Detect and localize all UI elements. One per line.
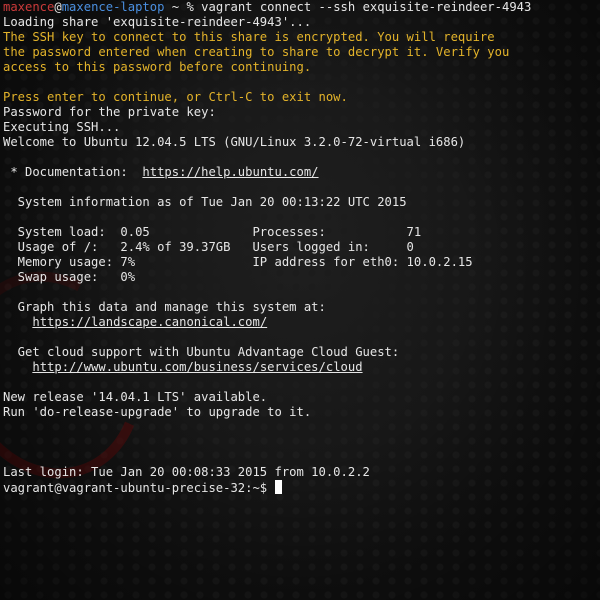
terminal-window[interactable]: maxence@maxence-laptop ~ % vagrant conne… [0,0,600,600]
cloud-text-line: Get cloud support with Ubuntu Advantage … [3,345,400,359]
shell-prompt-line[interactable]: vagrant@vagrant-ubuntu-precise-32:~$ [3,480,600,495]
welcome-line: Welcome to Ubuntu 12.04.5 LTS (GNU/Linux… [3,135,466,149]
executing-ssh-line: Executing SSH... [3,120,121,134]
documentation-line: * Documentation: https://help.ubuntu.com… [3,165,600,180]
loading-share-line: Loading share 'exquisite-reindeer-4943'.… [3,15,312,29]
prompt-command: vagrant connect --ssh exquisite-reindeer… [201,0,532,14]
shell-prompt: vagrant@vagrant-ubuntu-precise-32:~$ [3,481,275,495]
system-stats-line: System load: 0.05 Processes: 71 [3,225,422,239]
press-enter-line: Press enter to continue, or Ctrl-C to ex… [3,90,348,104]
new-release-line: New release '14.04.1 LTS' available. [3,390,268,404]
prompt-user: maxence [3,0,55,14]
system-stats-line: Memory usage: 7% IP address for eth0: 10… [3,255,473,269]
cloud-link[interactable]: http://www.ubuntu.com/business/services/… [32,360,362,374]
warning-line: The SSH key to connect to this share is … [3,30,495,44]
terminal-output[interactable]: maxence@maxence-laptop ~ % vagrant conne… [0,0,600,495]
last-login-line: Last login: Tue Jan 20 00:08:33 2015 fro… [3,465,370,479]
warning-line: access to this password before continuin… [3,60,312,74]
system-stats-line: Usage of /: 2.4% of 39.37GB Users logged… [3,240,414,254]
cloud-link-line: http://www.ubuntu.com/business/services/… [3,360,600,375]
command-line: maxence@maxence-laptop ~ % vagrant conne… [3,0,600,15]
system-stats-line: Swap usage: 0% [3,270,136,284]
system-info-line: System information as of Tue Jan 20 00:1… [3,195,407,209]
prompt-at: @ [54,0,62,14]
prompt-host: maxence-laptop [61,0,165,14]
password-prompt-line: Password for the private key: [3,105,216,119]
run-upgrade-line: Run 'do-release-upgrade' to upgrade to i… [3,405,312,419]
text-cursor[interactable] [274,480,282,494]
graph-link-line: https://landscape.canonical.com/ [3,315,600,330]
prompt-path: ~ % [164,0,202,14]
documentation-label: * Documentation: [3,165,143,179]
landscape-link[interactable]: https://landscape.canonical.com/ [32,315,267,329]
warning-line: the password entered when creating to sh… [3,45,510,59]
documentation-link[interactable]: https://help.ubuntu.com/ [142,165,318,179]
graph-text-line: Graph this data and manage this system a… [3,300,326,314]
